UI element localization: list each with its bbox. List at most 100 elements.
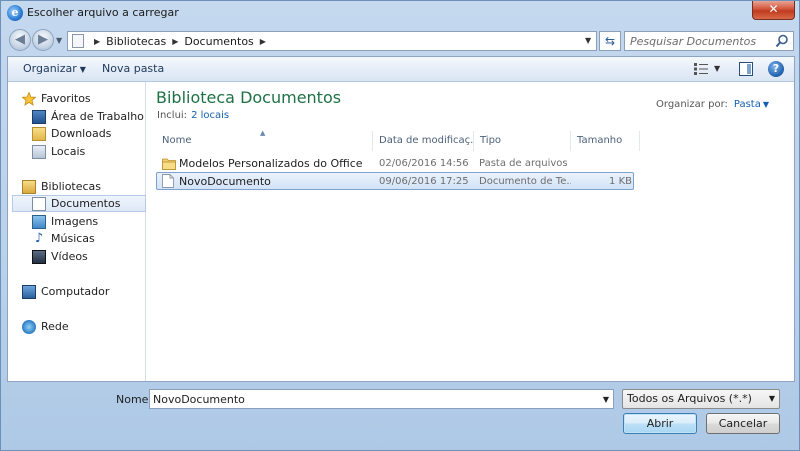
refresh-icon: ⇆: [604, 34, 616, 48]
sidebar-label: Rede: [41, 320, 69, 333]
file-type-filter-dropdown[interactable]: Todos os Arquivos (*.*) ▼: [622, 389, 780, 409]
arrange-by: Organizar por: Pasta ▼: [656, 99, 769, 110]
column-header-name[interactable]: Nome: [157, 131, 373, 151]
forward-arrow-icon: ▶: [38, 32, 48, 47]
sidebar-item-documentos[interactable]: Documentos: [12, 195, 146, 212]
back-arrow-icon: ◀: [15, 32, 25, 47]
sidebar-item-area-de-trabalho[interactable]: Área de Trabalho: [32, 108, 144, 125]
file-name: NovoDocumento: [179, 175, 271, 188]
forward-button[interactable]: ▶: [32, 29, 54, 51]
sidebar-item-bibliotecas[interactable]: Bibliotecas: [22, 178, 101, 195]
address-dropdown-icon[interactable]: ▼: [585, 36, 591, 45]
address-row: ◀ ▶ ▼ ▶ Bibliotecas ▶ Documentos ▶ ▼ ⇆: [1, 27, 799, 55]
downloads-folder-icon: [32, 126, 46, 141]
sidebar-label: Favoritos: [41, 92, 91, 105]
sidebar-label: Área de Trabalho: [51, 110, 144, 123]
new-folder-button[interactable]: Nova pasta: [102, 62, 164, 75]
documents-library-icon: [32, 196, 46, 211]
help-icon[interactable]: ?: [768, 61, 784, 77]
breadcrumb-bibliotecas[interactable]: Bibliotecas: [106, 35, 166, 48]
column-header-type[interactable]: Tipo: [475, 131, 571, 151]
sidebar-item-downloads[interactable]: Downloads: [32, 125, 111, 142]
sidebar-item-musicas[interactable]: ♪ Músicas: [32, 230, 95, 247]
sidebar-label: Vídeos: [51, 250, 88, 263]
file-open-dialog: e Escolher arquivo a carregar ✕ ◀ ▶ ▼ ▶ …: [0, 0, 800, 451]
file-date: 02/06/2016 14:56: [379, 158, 469, 169]
sidebar-label: Bibliotecas: [41, 180, 102, 193]
recent-places-icon: [32, 144, 46, 159]
internet-explorer-icon: e: [7, 5, 23, 21]
chevron-down-icon: ▼: [768, 394, 775, 403]
sidebar-label: Locais: [51, 145, 86, 158]
column-header-date[interactable]: Data de modificaç...: [374, 131, 474, 151]
close-button[interactable]: ✕: [752, 1, 795, 20]
cancel-button[interactable]: Cancelar: [706, 413, 780, 434]
computer-icon: [22, 284, 36, 299]
back-button[interactable]: ◀: [9, 29, 31, 51]
file-name-combobox[interactable]: ▼: [149, 389, 614, 409]
file-name-label: Nome:: [116, 393, 153, 406]
sidebar-label: Downloads: [51, 127, 112, 140]
organize-label: Organizar: [23, 62, 77, 75]
file-date: 09/06/2016 17:25: [379, 176, 469, 187]
breadcrumb-chevron-icon[interactable]: ▶: [260, 37, 266, 46]
organize-button[interactable]: Organizar ▼: [23, 62, 86, 75]
chevron-down-icon[interactable]: ▼: [763, 100, 769, 109]
window-title: Escolher arquivo a carregar: [27, 6, 179, 19]
sidebar-label: Computador: [41, 285, 110, 298]
preview-pane-icon[interactable]: [739, 62, 753, 76]
includes-label: Inclui:: [157, 110, 188, 121]
content-frame: Organizar ▼ Nova pasta ▼ ? Favoritos Área…: [7, 56, 795, 382]
music-note-icon: ♪: [34, 230, 44, 246]
libraries-icon: [22, 179, 36, 194]
sidebar-item-videos[interactable]: Vídeos: [32, 248, 88, 265]
sidebar-label: Documentos: [51, 197, 121, 210]
text-document-icon: [162, 174, 174, 188]
arrange-by-dropdown[interactable]: Pasta: [734, 99, 761, 110]
open-button[interactable]: Abrir: [623, 413, 697, 434]
file-list-pane: Biblioteca Documentos Inclui: 2 locais Or…: [147, 82, 794, 381]
sidebar-item-imagens[interactable]: Imagens: [32, 213, 98, 230]
refresh-button[interactable]: ⇆: [599, 31, 621, 51]
arrange-by-label: Organizar por:: [656, 99, 728, 110]
breadcrumb-chevron-icon[interactable]: ▶: [94, 37, 100, 46]
navigation-pane: Favoritos Área de Trabalho Downloads Loc…: [8, 82, 146, 381]
location-icon: [72, 34, 84, 48]
file-name-input[interactable]: [150, 390, 590, 408]
file-type: Documento de Te...: [479, 176, 571, 187]
file-type-filter-value: Todos os Arquivos (*.*): [627, 392, 752, 405]
sidebar-item-locais[interactable]: Locais: [32, 143, 85, 160]
sidebar-item-rede[interactable]: Rede: [22, 318, 69, 335]
desktop-icon: [32, 109, 46, 124]
recent-locations-dropdown-icon[interactable]: ▼: [56, 36, 62, 45]
includes-locations-link[interactable]: 2 locais: [191, 110, 229, 121]
sidebar-label: Imagens: [51, 215, 99, 228]
sidebar-label: Músicas: [51, 232, 95, 245]
library-title: Biblioteca Documentos: [156, 88, 342, 107]
file-size: 1 KB: [609, 176, 632, 187]
network-icon: [22, 319, 36, 334]
address-bar[interactable]: ▶ Bibliotecas ▶ Documentos ▶: [67, 31, 597, 51]
chevron-down-icon[interactable]: ▼: [603, 395, 609, 404]
search-input[interactable]: [625, 32, 770, 50]
sidebar-item-favoritos[interactable]: Favoritos: [22, 90, 91, 107]
file-row[interactable]: Modelos Personalizados do Office 02/06/2…: [156, 155, 634, 173]
command-toolbar: Organizar ▼ Nova pasta ▼ ?: [8, 57, 794, 82]
file-row-selected[interactable]: NovoDocumento 09/06/2016 17:25 Documento…: [156, 172, 634, 190]
folder-icon: [162, 158, 176, 170]
file-name: Modelos Personalizados do Office: [179, 157, 363, 170]
chevron-down-icon: ▼: [79, 65, 86, 74]
breadcrumb-chevron-icon[interactable]: ▶: [172, 37, 178, 46]
title-bar: e Escolher arquivo a carregar ✕: [1, 1, 799, 25]
search-box[interactable]: [624, 31, 794, 51]
star-icon: [22, 91, 36, 106]
videos-library-icon: [32, 249, 46, 264]
view-options-chevron-icon[interactable]: ▼: [714, 64, 720, 73]
change-view-icon[interactable]: [694, 63, 708, 75]
pictures-library-icon: [32, 214, 46, 229]
search-icon[interactable]: [775, 34, 789, 48]
column-header-size[interactable]: Tamanho: [572, 131, 640, 151]
sidebar-item-computador[interactable]: Computador: [22, 283, 109, 300]
file-type: Pasta de arquivos: [479, 158, 568, 169]
breadcrumb-documentos[interactable]: Documentos: [184, 35, 253, 48]
